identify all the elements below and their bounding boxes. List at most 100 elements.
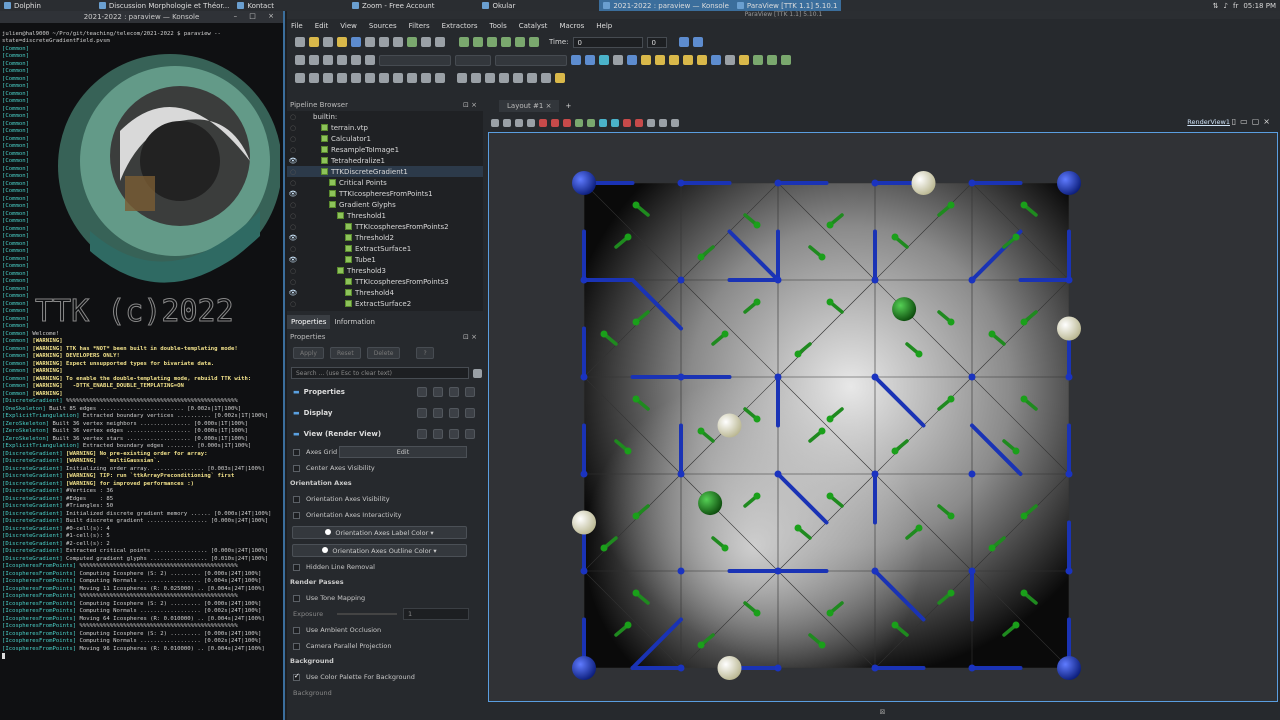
save-icon[interactable] [323,37,333,47]
interactive-select-points-icon[interactable] [611,119,619,127]
connect-icon[interactable] [351,37,361,47]
time-input[interactable]: 0 [572,36,643,48]
pipeline-item[interactable]: ○ ExtractSurface1 [287,243,483,254]
next-frame-icon[interactable] [501,37,511,47]
undo-icon[interactable] [379,37,389,47]
visibility-eye-icon[interactable]: ○ [288,278,298,286]
group-icon[interactable] [421,73,431,83]
volume-icon[interactable]: ♪ [1224,2,1228,10]
visibility-eye-icon[interactable]: ○ [288,212,298,220]
view-z-minus-icon[interactable] [697,55,707,65]
pipeline-browser[interactable]: ○ builtin: ○ terrain.vtp ○ Calculator1 ○ Resamp… [287,111,483,311]
view-x-plus-icon[interactable] [627,55,637,65]
extract-level-icon[interactable] [435,73,445,83]
visibility-eye-icon[interactable]: 👁 [288,157,298,165]
menu-file[interactable]: File [291,22,303,30]
folder-icon[interactable] [309,37,319,47]
reset-session-icon[interactable] [407,37,417,47]
pipeline-item[interactable]: ○ Threshold1 [287,210,483,221]
pipeline-item[interactable]: ○ terrain.vtp [287,122,483,133]
representation-select[interactable] [495,54,567,66]
open-icon[interactable] [295,37,305,47]
histogram-icon[interactable] [485,73,495,83]
visibility-eye-icon[interactable]: ○ [288,168,298,176]
section-display[interactable]: ▬ Display [287,402,483,423]
pipeline-item[interactable]: ○ ExtractSurface2 [287,298,483,309]
macro-icon[interactable] [365,37,375,47]
orientation-visibility-checkbox[interactable] [293,495,300,503]
orientation-interactivity-checkbox[interactable] [293,511,300,519]
parallel-projection-checkbox[interactable] [293,642,300,650]
copy-icon[interactable] [417,407,427,418]
menu-help[interactable]: Help [596,22,612,30]
color-by-select[interactable] [379,54,451,66]
zoom-box-icon[interactable] [585,55,595,65]
outline-color-button[interactable]: Orientation Axes Outline Color ▾ [292,543,467,557]
visibility-eye-icon[interactable]: 👁 [288,289,298,297]
menu-catalyst[interactable]: Catalyst [519,22,548,30]
shrink-selection-icon[interactable] [659,119,667,127]
python-icon[interactable] [499,73,509,83]
pipeline-item[interactable]: ○ Critical Points [287,177,483,188]
select-cells-icon[interactable] [739,55,749,65]
save-default-icon[interactable] [465,407,475,418]
help-button[interactable]: ? [416,347,434,359]
hidden-line-checkbox[interactable] [293,563,300,571]
save-default-icon[interactable] [465,386,475,397]
visibility-eye-icon[interactable]: 👁 [288,234,298,242]
view-x-minus-icon[interactable] [641,55,651,65]
tab-layout-1[interactable]: Layout #1 × [499,100,560,112]
tab-information[interactable]: Information [330,315,379,329]
pipeline-item[interactable]: 👁 Tetrahedralize1 [287,155,483,166]
time-step-input[interactable]: 0 [646,36,667,48]
tab-properties[interactable]: Properties [287,315,331,329]
clear-selection-icon[interactable] [781,55,791,65]
view-2d3d-icon[interactable] [515,119,523,127]
pipeline-item[interactable]: ○ Gradient Glyphs [287,199,483,210]
pipeline-item[interactable]: ○ Threshold3 [287,265,483,276]
view-capture-icon[interactable] [503,119,511,127]
pipeline-item[interactable]: ○ TTKIcospheresFromPoints2 [287,221,483,232]
menu-filters[interactable]: Filters [409,22,430,30]
section-view[interactable]: ▬ View (Render View) [287,423,483,444]
zoom-to-data-icon[interactable] [678,37,689,47]
exposure-input[interactable]: 1 [403,608,469,620]
menu-tools[interactable]: Tools [489,22,506,30]
network-icon[interactable]: ⇅ [1213,2,1219,10]
reset-camera-icon[interactable] [571,55,581,65]
paste-icon[interactable] [433,407,443,418]
trace-icon[interactable] [513,73,523,83]
reset-button[interactable]: Reset [329,347,361,359]
visibility-eye-icon[interactable]: ○ [288,245,298,253]
apply-button[interactable]: Apply [293,347,324,359]
pipeline-item[interactable]: 👁 Threshold2 [287,232,483,243]
restore-icon[interactable] [449,386,459,397]
clear-view-selection-icon[interactable] [671,119,679,127]
contour-icon[interactable] [309,73,319,83]
close-tab-icon[interactable]: × [546,102,552,110]
calculator-icon[interactable] [295,73,305,83]
center-axes-checkbox[interactable] [293,464,300,472]
restore-icon[interactable] [449,428,459,439]
ambient-occlusion-checkbox[interactable] [293,626,300,634]
taskbar-task-kontact[interactable]: Kontact [233,0,278,11]
select-points-icon[interactable] [753,55,763,65]
ruler-icon[interactable] [555,73,565,83]
pipeline-item[interactable]: 👁 TTKIcospheresFromPoints1 [287,188,483,199]
taskbar-task-paraview[interactable]: ParaView [TTK 1.1] 5.10.1 [732,0,842,11]
view-z-plus-icon[interactable] [683,55,693,65]
visibility-eye-icon[interactable]: 👁 [288,256,298,264]
first-frame-icon[interactable] [459,37,469,47]
menu-edit[interactable]: Edit [315,22,329,30]
select-surface-points-icon[interactable] [551,119,559,127]
restore-icon[interactable] [449,407,459,418]
pipeline-item[interactable]: ○ ResampleToImage1 [287,144,483,155]
view-y-plus-icon[interactable] [655,55,665,65]
axes-grid-checkbox[interactable] [293,448,300,456]
save-state-icon[interactable] [337,37,347,47]
advanced-settings-icon[interactable] [473,368,482,378]
copy-icon[interactable] [417,386,427,397]
taskbar-task-zoom[interactable]: Zoom - Free Account [348,0,439,11]
stream-tracer-icon[interactable] [393,73,403,83]
exposure-slider[interactable] [337,613,397,615]
